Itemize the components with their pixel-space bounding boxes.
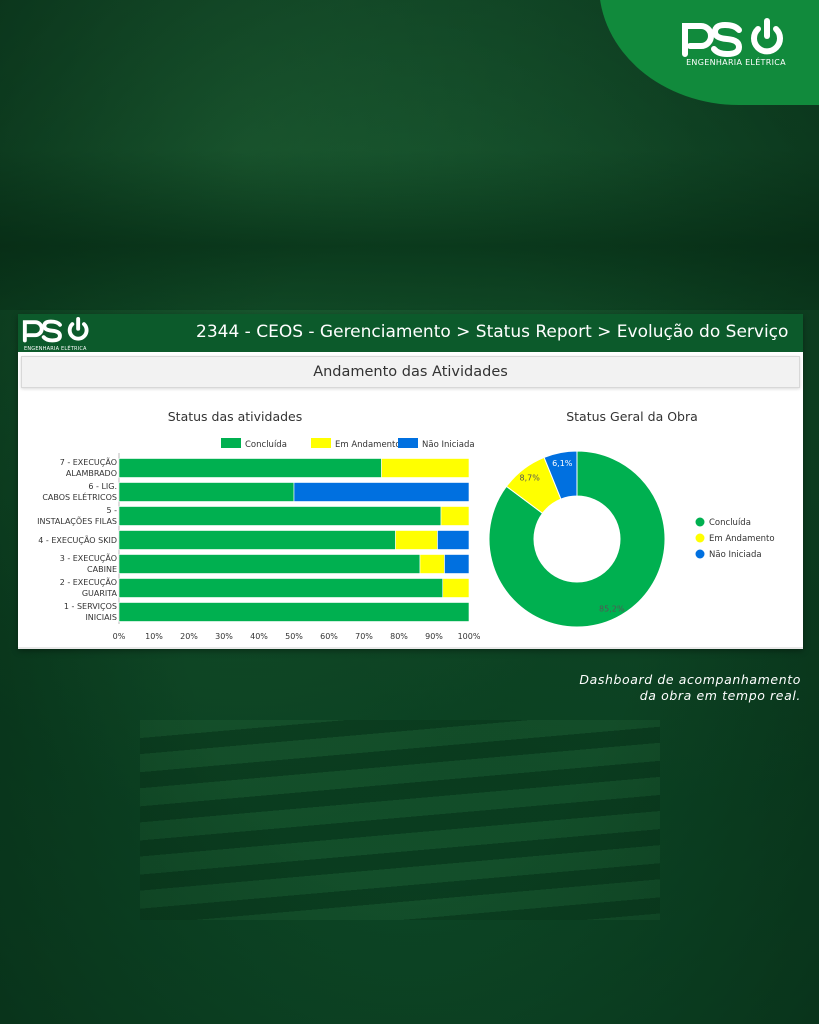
x-tick-label: 20% <box>180 632 198 641</box>
bar-segment <box>118 530 396 550</box>
donut-legend-label-2: Não Iniciada <box>709 550 762 560</box>
bar-segment <box>442 578 470 598</box>
logo-subtitle: ENGENHARIA ELÉTRICA <box>686 58 786 67</box>
bar-segment <box>419 554 445 574</box>
x-tick-label: 100% <box>458 632 480 641</box>
donut-value-label: 85,2% <box>599 604 625 613</box>
x-tick-label: 0% <box>113 632 126 641</box>
x-tick-label: 70% <box>355 632 373 641</box>
category-label: CABOS ELÉTRICOS <box>42 491 117 502</box>
bar-segment <box>437 530 470 550</box>
x-tick-label: 80% <box>390 632 408 641</box>
panel-bottom-border <box>18 647 803 649</box>
bar-segment <box>444 554 470 574</box>
pso-logo-icon <box>22 317 89 343</box>
section-title: Andamento das Atividades <box>313 364 508 380</box>
category-label: INSTALAÇÕES FILAS <box>37 515 117 526</box>
header-logo-subtitle: ENGENHARIA ELÉTRICA <box>24 346 87 352</box>
status-atividades-chart: Status das atividades Concluída Em Andamen… <box>37 409 480 641</box>
category-label: CABINE <box>87 565 117 574</box>
dashboard-panel: ENGENHARIA ELÉTRICA 2344 - CEOS - Gerenc… <box>18 314 803 649</box>
bar-chart-title: Status das atividades <box>168 409 303 424</box>
bar-segment <box>395 530 438 550</box>
donut-legend-label-0: Concluída <box>709 518 751 528</box>
bar-segment <box>118 458 382 478</box>
dashboard-header: ENGENHARIA ELÉTRICA 2344 - CEOS - Gerenc… <box>18 314 803 352</box>
category-label: 5 - <box>106 506 117 515</box>
legend-label-2: Não Iniciada <box>422 440 475 450</box>
header-breadcrumb-title: 2344 - CEOS - Gerenciamento > Status Rep… <box>196 322 789 342</box>
category-label: 3 - EXECUÇÃO <box>60 553 117 563</box>
status-geral-chart: Status Geral da Obra 85,2% 8,7% 6,1% Concluí… <box>488 409 775 628</box>
legend-label-0: Concluída <box>245 440 287 450</box>
category-label: ALAMBRADO <box>66 469 117 478</box>
donut-legend-dot-0 <box>695 517 705 527</box>
bar-segment <box>293 482 470 502</box>
caption: Dashboard de acompanhamento da obra em t… <box>579 672 801 704</box>
category-label: 6 - LIG. <box>88 482 117 491</box>
category-label: INICIAIS <box>85 613 117 622</box>
donut-chart-title: Status Geral da Obra <box>566 409 698 424</box>
category-label: 1 - SERVIÇOS <box>64 602 117 611</box>
pso-logo-icon <box>682 18 783 58</box>
section-title-bar: Andamento das Atividades <box>21 356 800 388</box>
x-tick-label: 50% <box>285 632 303 641</box>
bar-segment <box>118 482 295 502</box>
legend-swatch-0 <box>221 438 241 448</box>
caption-line-1: Dashboard de acompanhamento <box>579 672 801 687</box>
donut-legend-dot-2 <box>695 549 705 559</box>
donut-legend-dot-1 <box>695 533 705 543</box>
category-label: 7 - EXECUÇÃO <box>60 457 117 467</box>
bar-segment <box>440 506 470 526</box>
pso-logo <box>681 18 791 58</box>
header-logo: ENGENHARIA ELÉTRICA <box>22 317 94 352</box>
legend-swatch-1 <box>311 438 331 448</box>
bar-segment <box>118 554 421 574</box>
donut-value-label: 6,1% <box>552 459 573 468</box>
legend-label-1: Em Andamento <box>335 440 401 450</box>
x-tick-label: 90% <box>425 632 443 641</box>
bar-segment <box>118 578 444 598</box>
category-label: 2 - EXECUÇÃO <box>60 577 117 587</box>
bar-segment <box>118 602 470 622</box>
category-label: 4 - EXECUÇÃO SKID <box>38 535 117 545</box>
caption-line-2: da obra em tempo real. <box>639 688 801 703</box>
legend-swatch-2 <box>398 438 418 448</box>
x-tick-label: 10% <box>145 632 163 641</box>
donut-value-label: 8,7% <box>520 474 541 483</box>
category-label: GUARITA <box>82 589 118 598</box>
x-tick-label: 40% <box>250 632 268 641</box>
x-tick-label: 30% <box>215 632 233 641</box>
bar-segment <box>118 506 442 526</box>
x-tick-label: 60% <box>320 632 338 641</box>
bar-segment <box>381 458 470 478</box>
donut-legend-label-1: Em Andamento <box>709 534 775 544</box>
